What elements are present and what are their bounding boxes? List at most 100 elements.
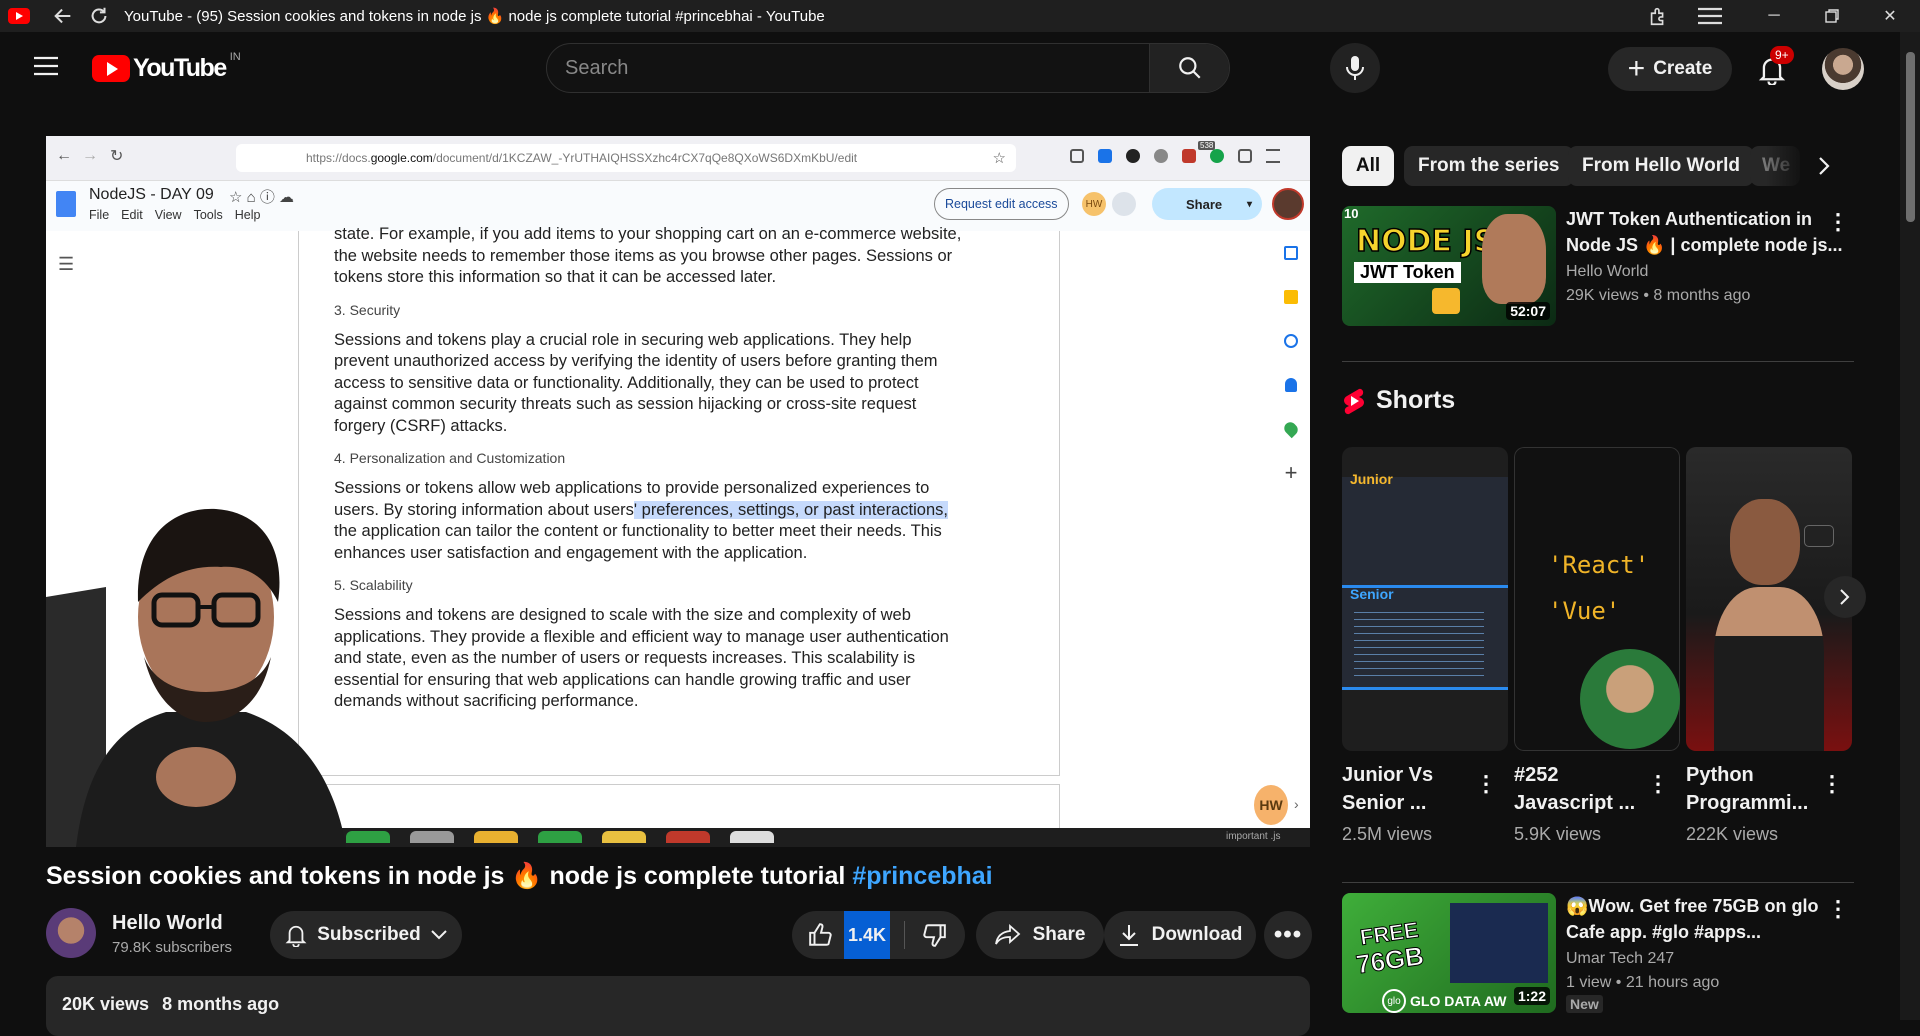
doc-back-icon: ← — [56, 147, 72, 164]
video-player[interactable]: ← → ↻ https://docs. google.com/document/d… — [46, 136, 1310, 847]
short2-presenter — [1580, 649, 1680, 749]
contacts-icon — [1285, 378, 1297, 392]
chips-next-icon[interactable] — [1808, 150, 1840, 182]
region-code: IN — [229, 50, 241, 63]
thumbs-up-icon — [809, 923, 832, 946]
youtube-play-icon — [92, 55, 130, 82]
search-button[interactable] — [1149, 44, 1229, 92]
maps-icon — [1281, 419, 1301, 439]
rec2-menu-icon[interactable]: ⋮ — [1826, 896, 1850, 921]
rec1-title-line1[interactable]: JWT Token Authentication in — [1566, 206, 1826, 232]
voice-search-button[interactable] — [1330, 43, 1380, 93]
recommended-video-2[interactable]: FREE 76GB glo GLO DATA AW 1:22 😱Wow. Get… — [1342, 893, 1854, 1020]
short2-menu-icon[interactable]: ⋮ — [1646, 771, 1670, 796]
like-dislike-group: 1.4K — [792, 911, 965, 959]
search-icon — [1178, 57, 1201, 79]
video-title-text: Session cookies and tokens in node js 🔥 … — [46, 862, 853, 890]
rec2-age: 21 hours ago — [1625, 974, 1720, 991]
chevron-right-icon — [1840, 589, 1850, 605]
youtube-logo[interactable]: YouTube IN — [92, 50, 241, 83]
notification-count-badge: 9+ — [1770, 46, 1794, 64]
download-button[interactable]: Download — [1104, 911, 1256, 959]
reload-icon[interactable] — [84, 1, 114, 31]
doc-text-line: users. By storing information about user… — [334, 500, 1059, 522]
browser-menu-icon[interactable] — [1695, 1, 1725, 31]
maximize-button[interactable] — [1804, 0, 1860, 32]
doc-text-span: users. By storing information about user… — [334, 500, 634, 519]
rec2-thumb-panel — [1450, 903, 1548, 983]
short1-label-bottom: Senior — [1350, 586, 1394, 602]
chip-all[interactable]: All — [1342, 146, 1394, 186]
description-box[interactable]: 20K views 8 months ago — [46, 976, 1310, 1036]
request-edit-access-button: Request edit access — [934, 188, 1069, 220]
short-1-thumbnail[interactable]: Junior Senior — [1342, 447, 1508, 751]
doc-text-line: Sessions or tokens allow web application… — [334, 479, 930, 497]
doc-text-line: forgery (CSRF) attacks. — [334, 416, 508, 435]
short3-title-line2[interactable]: Programmi... — [1686, 789, 1808, 817]
short2-title-line2[interactable]: Javascript ... — [1514, 789, 1635, 817]
short1-title-line1[interactable]: Junior Vs — [1342, 761, 1433, 789]
rec1-thumbnail[interactable]: 10 NODE JS JWT Token 52:07 — [1342, 206, 1556, 326]
chip-from-the-series[interactable]: From the series — [1404, 146, 1574, 186]
rec1-info: JWT Token Authentication in Node JS 🔥 | … — [1566, 206, 1843, 308]
lock-icon — [1432, 288, 1460, 314]
doc-bookmark-star-icon: ☆ — [992, 150, 1006, 167]
search-input[interactable]: Search — [565, 57, 1149, 80]
short1-menu-icon[interactable]: ⋮ — [1474, 771, 1498, 796]
rec1-channel[interactable]: Hello World — [1566, 260, 1826, 284]
channel-name[interactable]: Hello World — [112, 912, 223, 935]
rec1-menu-icon[interactable]: ⋮ — [1826, 209, 1850, 234]
chip-from-hello-world[interactable]: From Hello World — [1568, 146, 1754, 186]
extensions-icon[interactable] — [1643, 1, 1673, 31]
subscribed-button[interactable]: Subscribed — [270, 911, 462, 959]
rec2-title-line1[interactable]: 😱Wow. Get free 75GB on glo — [1566, 893, 1836, 919]
page-scrollbar[interactable] — [1900, 32, 1920, 1020]
short3-menu-icon[interactable]: ⋮ — [1820, 771, 1844, 796]
notifications-button[interactable]: 9+ — [1752, 46, 1794, 90]
share-button[interactable]: Share — [976, 911, 1104, 959]
doc-text-line: state. For example, if you add items to … — [334, 225, 962, 243]
minimize-button[interactable]: ─ — [1746, 0, 1802, 32]
short1-top-pane: Junior — [1342, 472, 1508, 597]
like-button[interactable]: 1.4K — [792, 911, 891, 959]
rec2-thumbnail[interactable]: FREE 76GB glo GLO DATA AW 1:22 — [1342, 893, 1556, 1013]
masthead: YouTube IN Search + Create 9+ — [0, 32, 1900, 104]
doc-paragraph-personalization: Sessions or tokens allow web application… — [334, 478, 1059, 564]
rec1-thumb-face — [1482, 214, 1546, 304]
recommended-video-1[interactable]: 10 NODE JS JWT Token 52:07 JWT Token Aut… — [1342, 206, 1854, 330]
search-box[interactable]: Search — [546, 43, 1230, 93]
short-2-thumbnail[interactable]: 'React' 'Vue' — [1514, 447, 1680, 751]
rec1-title-line2[interactable]: Node JS 🔥 | complete node js... — [1566, 232, 1843, 258]
back-icon[interactable] — [48, 1, 78, 31]
like-count: 1.4K — [844, 911, 891, 959]
create-button[interactable]: + Create — [1608, 47, 1732, 91]
rec2-title-line2[interactable]: Cafe app. #glo #apps... — [1566, 919, 1836, 945]
scrollbar-thumb[interactable] — [1906, 52, 1915, 222]
doc-url-path: /document/d/1KCZAW_-YrUTHAIQHSSXzhc4rCX7… — [432, 151, 858, 165]
rec2-channel[interactable]: Umar Tech 247 — [1566, 947, 1836, 971]
short2-code-react: 'React' — [1548, 551, 1650, 579]
short1-title-line2[interactable]: Senior ... — [1342, 789, 1426, 817]
rec1-thumb-line1: NODE JS — [1355, 223, 1496, 260]
shorts-logo-icon — [1344, 388, 1364, 414]
doc-text-line: applications. They provide a flexible an… — [334, 627, 949, 646]
channel-avatar[interactable] — [46, 908, 96, 958]
microphone-icon — [1346, 56, 1364, 80]
shorts-next-button[interactable] — [1824, 576, 1866, 618]
short3-title-line1[interactable]: Python — [1686, 761, 1754, 789]
close-window-button[interactable]: ✕ — [1862, 0, 1918, 32]
doc-text-line: prevent unauthorized access by verifying… — [334, 352, 938, 370]
account-avatar[interactable] — [1822, 48, 1864, 90]
rec2-thumb-footer-text: GLO DATA AW — [1410, 993, 1507, 1009]
doc-heading-personalization: 4. Personalization and Customization — [334, 450, 566, 466]
dislike-button[interactable] — [921, 922, 947, 948]
video-hashtag-link[interactable]: #princebhai — [852, 862, 992, 890]
short2-title-line1[interactable]: #252 — [1514, 761, 1559, 789]
rec1-views: 29K views — [1566, 287, 1639, 304]
subscribed-label: Subscribed — [317, 924, 421, 945]
short1-views: 2.5M views — [1342, 824, 1433, 844]
guide-menu-icon[interactable] — [32, 54, 60, 83]
rec2-views: 1 view — [1566, 974, 1612, 991]
rec2-thumb-footer: glo GLO DATA AW — [1382, 989, 1506, 1013]
more-actions-button[interactable]: ••• — [1264, 911, 1312, 959]
